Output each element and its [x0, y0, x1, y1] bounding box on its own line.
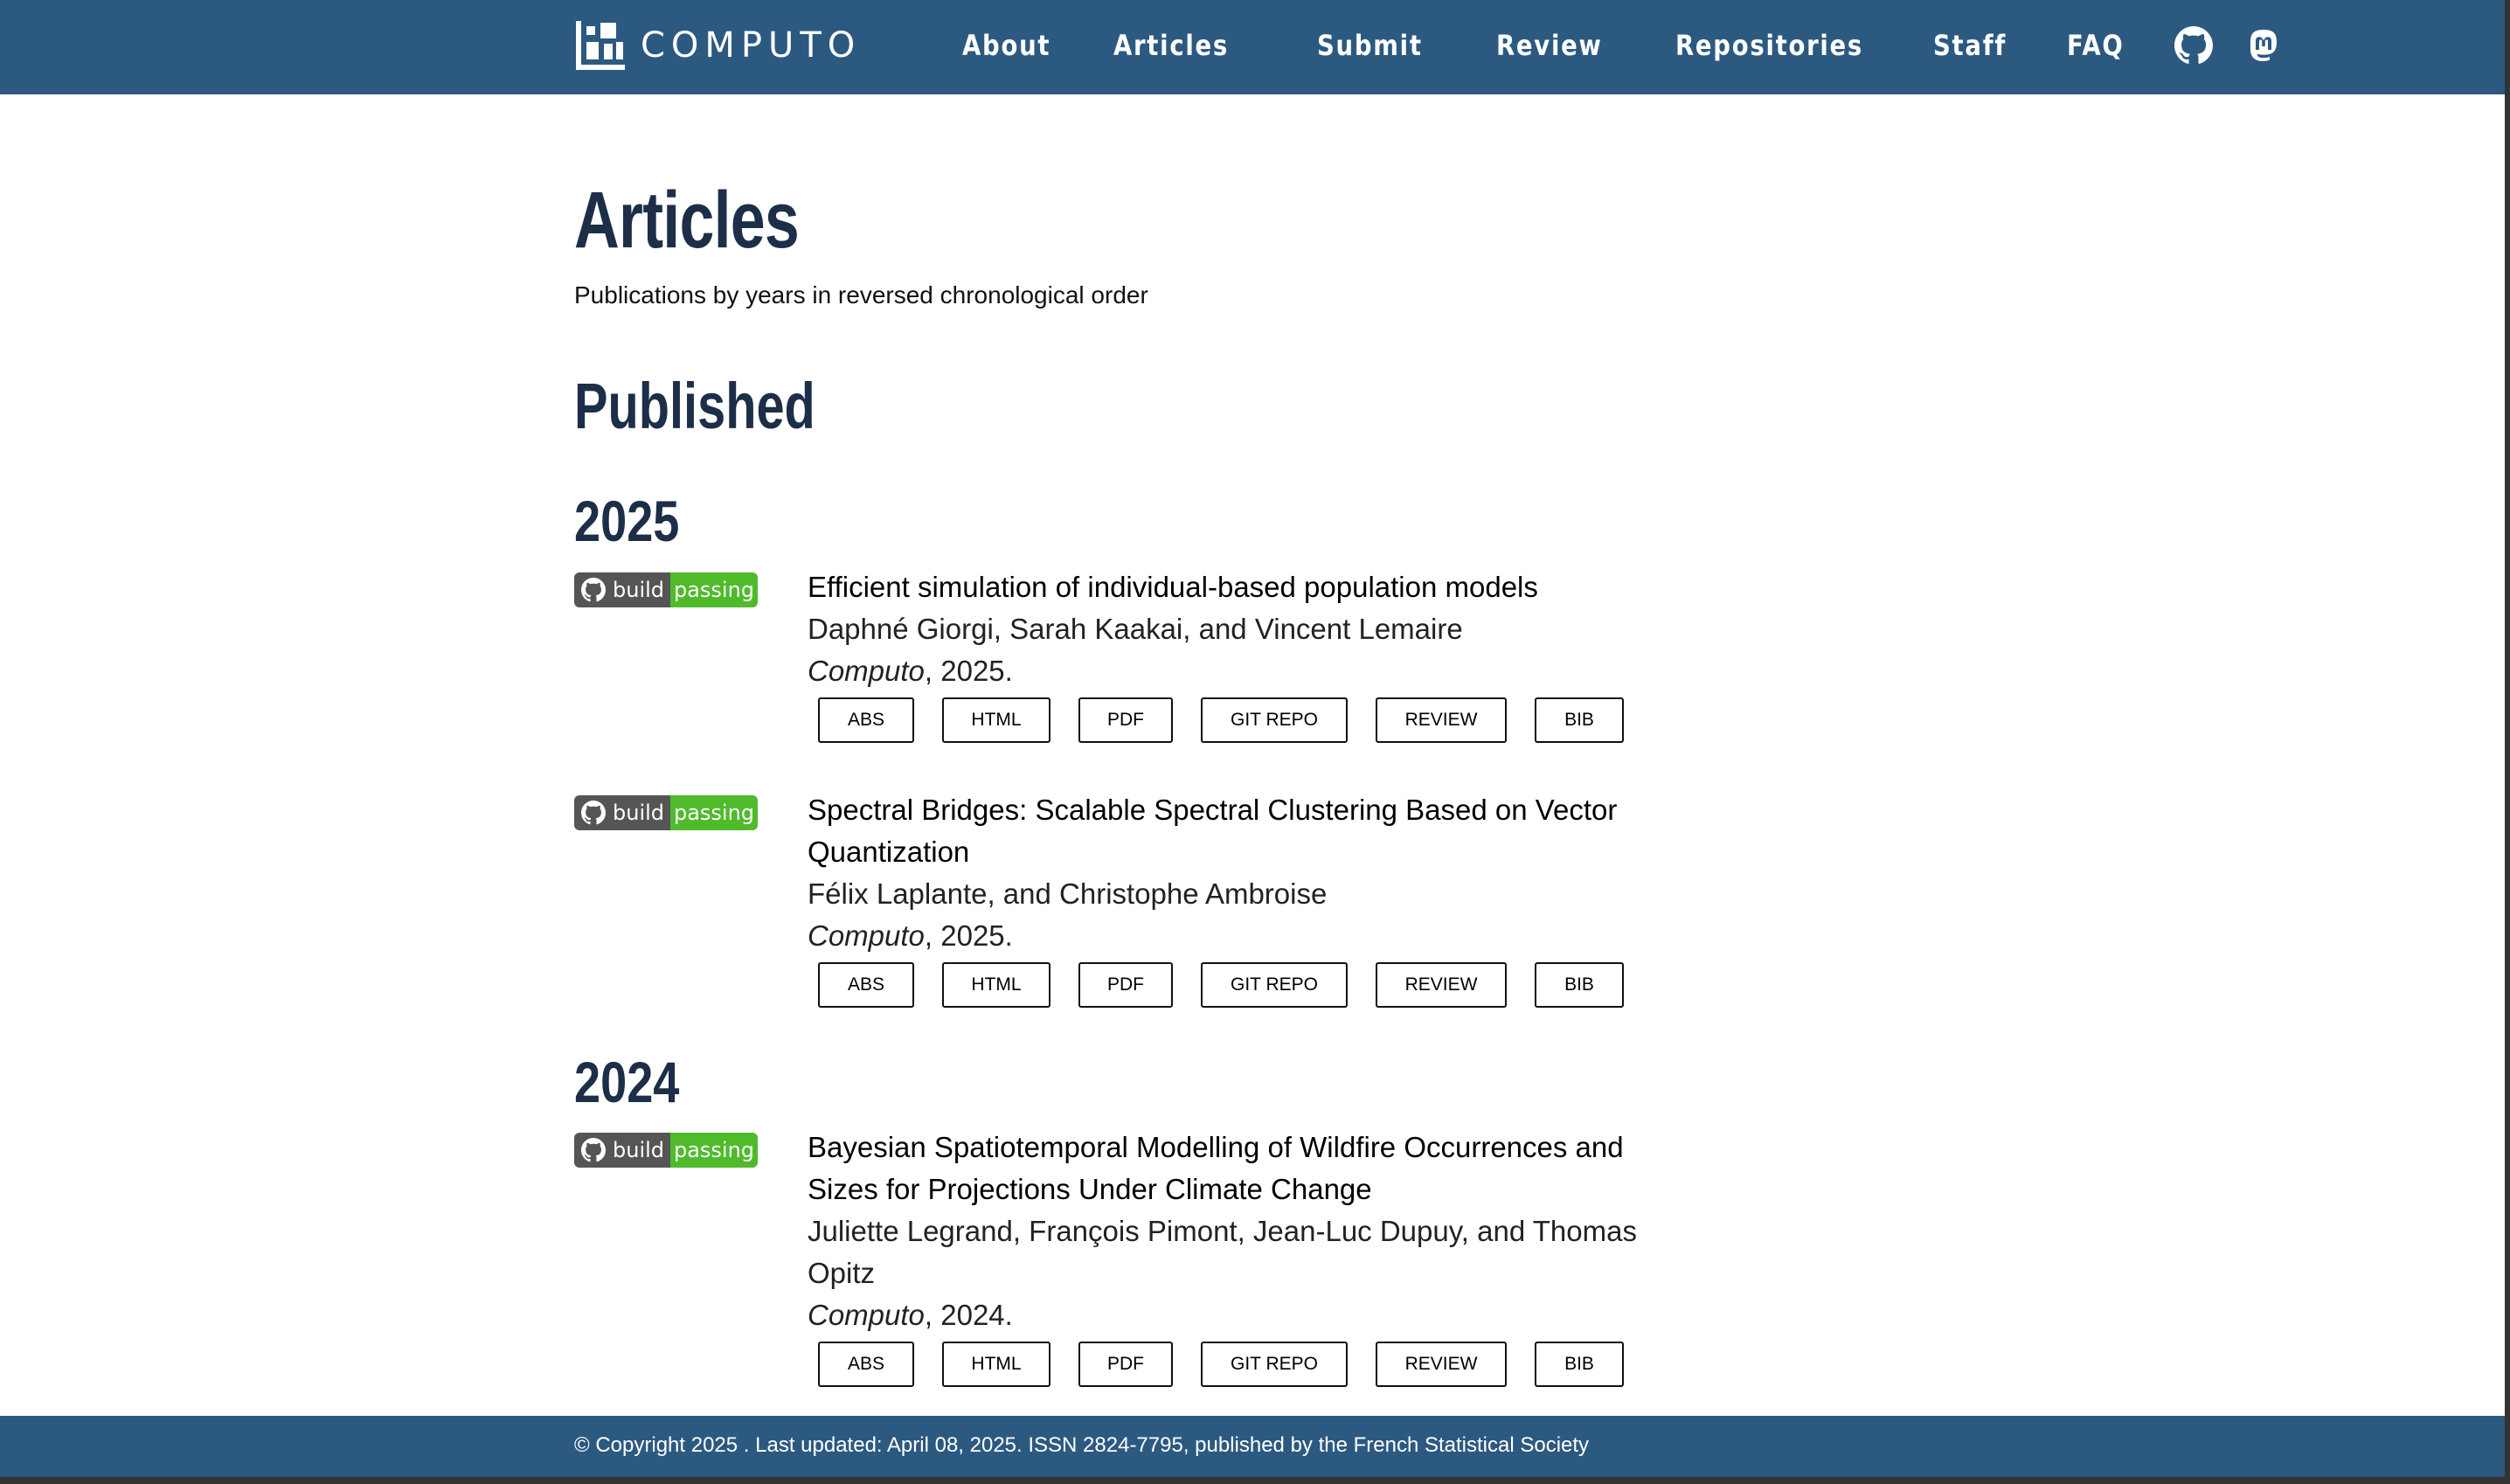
badge-left-label: build — [613, 801, 665, 825]
article-buttons: ABS HTML PDF GIT REPO REVIEW BIB — [818, 697, 1690, 743]
abs-button[interactable]: ABS — [818, 962, 914, 1008]
article-venue: Computo, 2025. — [808, 650, 1690, 692]
github-icon[interactable] — [2174, 26, 2213, 65]
venue-name: Computo — [808, 655, 925, 687]
badge-left-label: build — [613, 578, 665, 602]
build-status-badge[interactable]: build passing — [574, 795, 758, 830]
brand-link[interactable]: COMPUTO — [574, 17, 861, 73]
year-heading: 2025 — [574, 489, 680, 553]
badge-right-label: passing — [670, 795, 758, 830]
pdf-button[interactable]: PDF — [1078, 962, 1173, 1008]
review-button[interactable]: REVIEW — [1376, 1342, 1507, 1387]
article-venue: Computo, 2024. — [808, 1294, 1690, 1336]
nav-item-staff[interactable]: Staff — [1933, 29, 2023, 62]
github-icon — [581, 578, 606, 602]
build-status-badge[interactable]: build passing — [574, 1133, 758, 1168]
footer-text: © Copyright 2025 . Last updated: April 0… — [574, 1433, 1590, 1457]
nav-item-review[interactable]: Review — [1496, 29, 1626, 62]
venue-name: Computo — [808, 1299, 925, 1331]
mastodon-icon[interactable] — [2244, 26, 2283, 65]
badge-right-label: passing — [670, 1133, 758, 1168]
article-title[interactable]: Spectral Bridges: Scalable Spectral Clus… — [808, 789, 1690, 873]
nav-item-about[interactable]: About — [962, 29, 1067, 62]
navbar: COMPUTO About Articles Submit Review Rep… — [0, 0, 2505, 94]
badge-left-label: build — [613, 1138, 665, 1162]
review-button[interactable]: REVIEW — [1376, 962, 1507, 1008]
nav-item-articles[interactable]: Articles — [1113, 29, 1264, 62]
article-entry: Spectral Bridges: Scalable Spectral Clus… — [808, 789, 1690, 1008]
section-title-published: Published — [574, 370, 815, 442]
page: COMPUTO About Articles Submit Review Rep… — [0, 0, 2505, 1477]
footer: © Copyright 2025 . Last updated: April 0… — [0, 1416, 2505, 1477]
badge-left: build — [574, 795, 670, 830]
git-repo-button[interactable]: GIT REPO — [1201, 962, 1348, 1008]
git-repo-button[interactable]: GIT REPO — [1201, 1342, 1348, 1387]
article-entry: Bayesian Spatiotemporal Modelling of Wil… — [808, 1127, 1690, 1387]
venue-year: , 2025. — [924, 655, 1013, 687]
main-nav: About Articles Submit Review Repositorie… — [962, 19, 2314, 72]
github-icon — [581, 801, 606, 825]
bib-button[interactable]: BIB — [1535, 1342, 1624, 1387]
venue-year: , 2025. — [924, 919, 1013, 952]
article-buttons: ABS HTML PDF GIT REPO REVIEW BIB — [818, 962, 1690, 1008]
article-venue: Computo, 2025. — [808, 915, 1690, 957]
article-title[interactable]: Efficient simulation of individual-based… — [808, 566, 1690, 608]
abs-button[interactable]: ABS — [818, 1342, 914, 1387]
github-icon — [581, 1138, 606, 1162]
article-authors: Juliette Legrand, François Pimont, Jean-… — [808, 1215, 1637, 1289]
brand-name: COMPUTO — [641, 25, 862, 66]
article-authors: Daphné Giorgi, Sarah Kaakai, and Vincent… — [808, 613, 1463, 645]
bib-button[interactable]: BIB — [1535, 962, 1624, 1008]
article-buttons: ABS HTML PDF GIT REPO REVIEW BIB — [818, 1342, 1690, 1387]
review-button[interactable]: REVIEW — [1376, 697, 1507, 743]
article-title[interactable]: Bayesian Spatiotemporal Modelling of Wil… — [808, 1127, 1690, 1210]
badge-left: build — [574, 572, 670, 607]
build-status-badge[interactable]: build passing — [574, 572, 758, 607]
article-authors: Félix Laplante, and Christophe Ambroise — [808, 877, 1328, 910]
badge-left: build — [574, 1133, 670, 1168]
html-button[interactable]: HTML — [942, 1342, 1050, 1387]
nav-item-submit[interactable]: Submit — [1317, 29, 1446, 62]
git-repo-button[interactable]: GIT REPO — [1201, 697, 1348, 743]
nav-item-repositories[interactable]: Repositories — [1675, 29, 1872, 62]
page-subtitle: Publications by years in reversed chrono… — [574, 281, 1148, 309]
venue-name: Computo — [808, 919, 925, 952]
nav-item-faq[interactable]: FAQ — [2067, 29, 2134, 62]
article-entry: Efficient simulation of individual-based… — [808, 566, 1690, 743]
bib-button[interactable]: BIB — [1535, 697, 1624, 743]
computo-logo-icon — [576, 21, 625, 70]
abs-button[interactable]: ABS — [818, 697, 914, 743]
html-button[interactable]: HTML — [942, 697, 1050, 743]
page-title: Articles — [574, 176, 800, 265]
html-button[interactable]: HTML — [942, 962, 1050, 1008]
pdf-button[interactable]: PDF — [1078, 1342, 1173, 1387]
badge-right-label: passing — [670, 572, 758, 607]
year-heading: 2024 — [574, 1050, 680, 1114]
pdf-button[interactable]: PDF — [1078, 697, 1173, 743]
venue-year: , 2024. — [924, 1299, 1013, 1331]
